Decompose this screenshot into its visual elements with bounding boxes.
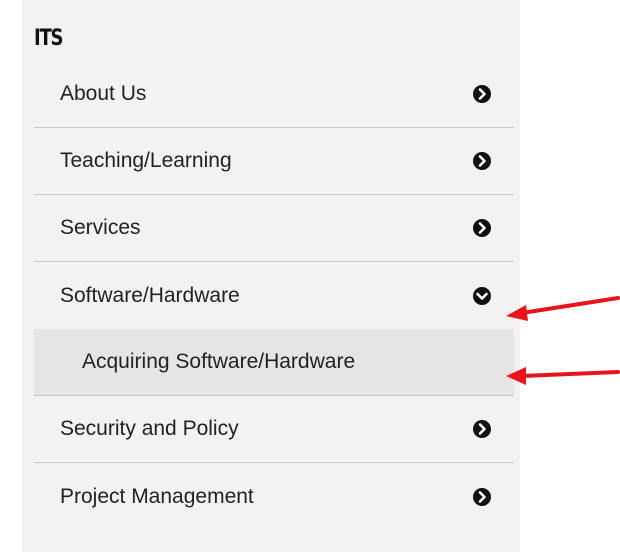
chevron-right-circle-icon[interactable]: [472, 419, 492, 439]
sidebar-item-services[interactable]: Services: [34, 195, 514, 262]
chevron-right-circle-icon[interactable]: [472, 487, 492, 507]
sidebar-item-label: Services: [60, 216, 141, 239]
sidebar-item-security-and-policy[interactable]: Security and Policy: [34, 396, 514, 463]
sidebar-item-label: Security and Policy: [60, 417, 239, 440]
chevron-right-circle-icon[interactable]: [472, 84, 492, 104]
sidebar-item-about-us[interactable]: About Us: [34, 61, 514, 128]
chevron-right-circle-icon[interactable]: [472, 218, 492, 238]
chevron-right-circle-icon[interactable]: [472, 151, 492, 171]
sidebar-title[interactable]: ITS: [34, 26, 64, 51]
annotation-arrow-acquiring-software: [506, 367, 620, 385]
sidebar-item-software-hardware[interactable]: Software/Hardware: [34, 262, 514, 329]
annotation-arrow-software-hardware: [506, 296, 620, 321]
sidebar-nav: ITS About Us Teaching/Learning Services: [22, 0, 520, 552]
sidebar-item-label: About Us: [60, 82, 147, 105]
sidebar-item-teaching-learning[interactable]: Teaching/Learning: [34, 128, 514, 195]
sidebar-subitem-acquiring-software-hardware[interactable]: Acquiring Software/Hardware: [34, 329, 514, 396]
sidebar-item-label: Project Management: [60, 484, 254, 508]
chevron-down-circle-icon[interactable]: [472, 286, 492, 306]
sidebar-menu: About Us Teaching/Learning Services Soft…: [34, 61, 514, 530]
sidebar-subitem-label: Acquiring Software/Hardware: [82, 350, 356, 373]
sidebar-item-project-management[interactable]: Project Management: [34, 463, 514, 530]
sidebar-item-label: Teaching/Learning: [60, 149, 232, 172]
sidebar-item-label: Software/Hardware: [60, 283, 240, 307]
